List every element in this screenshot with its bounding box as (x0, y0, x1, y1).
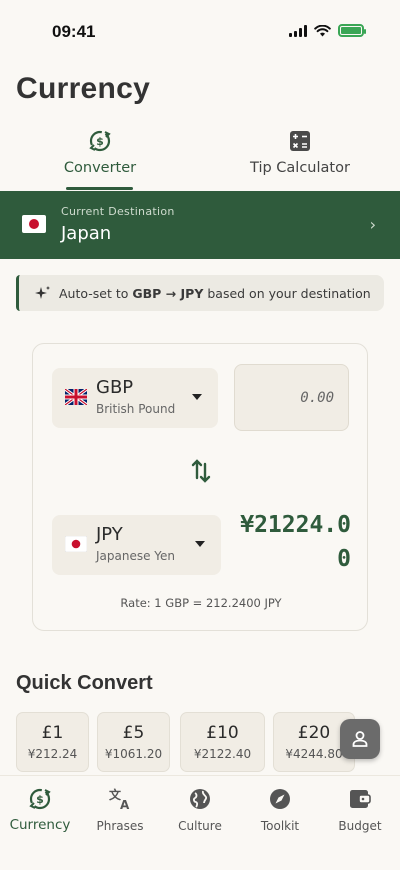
quick-convert-gbp: £10 (206, 723, 239, 743)
tab-tip-calculator[interactable]: Tip Calculator (240, 126, 360, 190)
tab-converter[interactable]: $ Converter (50, 126, 150, 190)
quick-convert-jpy: ¥212.24 (27, 747, 78, 761)
to-currency-code: JPY (96, 524, 123, 545)
swap-vertical-icon (191, 459, 211, 483)
swap-currencies-button[interactable] (189, 457, 213, 485)
svg-text:A: A (120, 798, 130, 811)
calculator-icon (289, 126, 311, 156)
active-tab-indicator (66, 187, 133, 190)
amount-input[interactable] (234, 364, 349, 431)
destination-caption: Current Destination (61, 205, 175, 218)
nav-label: Budget (338, 819, 382, 833)
status-bar: 09:41 (0, 0, 400, 60)
caret-down-icon (192, 394, 202, 400)
to-currency-select[interactable]: JPY Japanese Yen (52, 515, 221, 575)
person-icon (352, 731, 368, 747)
nav-item-budget[interactable]: Budget (320, 786, 400, 833)
chevron-right-icon: › (369, 215, 376, 234)
tab-converter-label: Converter (63, 160, 137, 176)
to-currency-name: Japanese Yen (96, 549, 176, 563)
nav-label: Toolkit (260, 819, 300, 833)
quick-convert-card[interactable]: £10 ¥2122.40 (180, 712, 265, 772)
quick-convert-jpy: ¥2122.40 (193, 747, 252, 761)
tab-bar: $ Converter Tip Calculator (0, 126, 400, 190)
nav-label: Culture (178, 819, 222, 833)
translate-icon: 文 A (80, 786, 160, 812)
svg-text:$: $ (96, 135, 104, 148)
quick-convert-jpy: ¥1061.20 (104, 747, 163, 761)
japan-flag-icon (22, 214, 46, 238)
caret-down-icon (195, 541, 205, 547)
status-time: 09:41 (52, 22, 96, 41)
nav-item-culture[interactable]: Culture (160, 786, 240, 833)
wifi-icon (314, 24, 331, 36)
svg-text:$: $ (36, 793, 44, 806)
from-currency-name: British Pound (96, 402, 176, 416)
quick-convert-title: Quick Convert (16, 672, 153, 694)
from-currency-select[interactable]: GBP British Pound (52, 368, 218, 428)
nav-label: Currency (9, 817, 71, 833)
bottom-navigation: $ Currency 文 A Phrases Culture Toolkit B… (0, 775, 400, 870)
from-currency-code: GBP (96, 377, 134, 398)
nav-item-phrases[interactable]: 文 A Phrases (80, 786, 160, 833)
uk-flag-icon (64, 387, 88, 409)
quick-convert-card[interactable]: £1 ¥212.24 (16, 712, 89, 772)
sparkle-icon (35, 285, 51, 301)
quick-convert-gbp: £1 (41, 723, 64, 743)
page-title: Currency (16, 72, 151, 105)
auto-set-pair: GBP → JPY (132, 285, 204, 301)
globe-icon (160, 786, 240, 812)
nav-item-toolkit[interactable]: Toolkit (240, 786, 320, 833)
currency-exchange-icon: $ (0, 786, 80, 812)
battery-icon (338, 24, 366, 37)
cellular-signal-icon (289, 24, 307, 37)
converted-amount: ¥21224.00 (240, 512, 351, 572)
nav-label: Phrases (96, 819, 144, 833)
exchange-rate: Rate: 1 GBP = 212.2400 JPY (120, 596, 282, 610)
wallet-icon (320, 786, 400, 812)
compass-icon (240, 786, 320, 812)
auto-set-text: Auto-set to GBP → JPY based on your dest… (59, 285, 371, 301)
japan-flag-icon (64, 535, 88, 556)
quick-convert-card[interactable]: £5 ¥1061.20 (97, 712, 170, 772)
profile-fab-button[interactable] (340, 719, 380, 759)
converter-card: GBP British Pound JPY Japanese Yen ¥2122… (32, 343, 368, 631)
quick-convert-gbp: £5 (122, 723, 145, 743)
tab-tip-calculator-label: Tip Calculator (250, 160, 350, 176)
current-destination-banner[interactable]: Current Destination Japan › (0, 191, 400, 259)
nav-item-currency[interactable]: $ Currency (0, 786, 80, 833)
destination-name: Japan (61, 223, 112, 244)
status-icons (289, 24, 366, 37)
auto-set-notice: Auto-set to GBP → JPY based on your dest… (16, 275, 384, 311)
currency-exchange-icon: $ (88, 126, 112, 156)
